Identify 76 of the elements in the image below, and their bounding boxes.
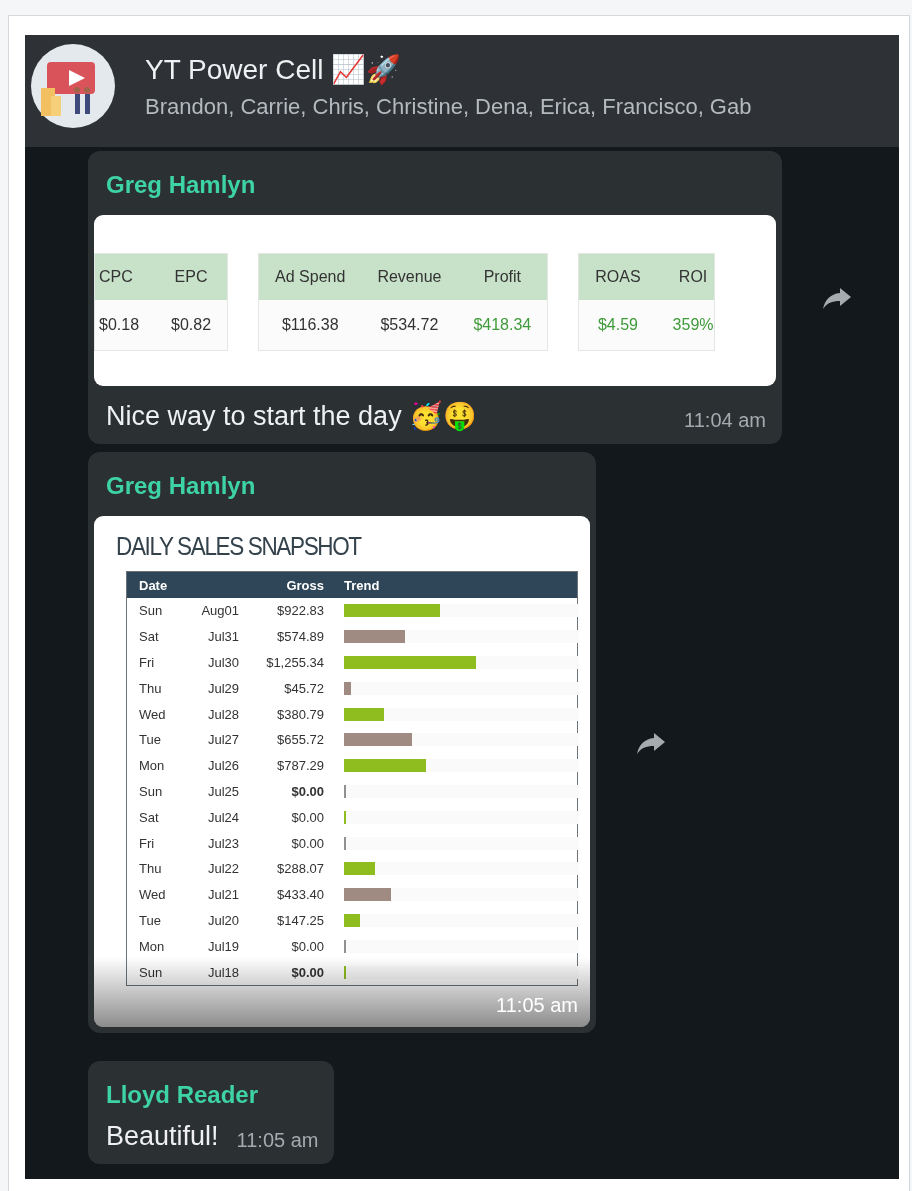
table-cell-text: Jul23 bbox=[206, 835, 239, 851]
table-cell-text: Jul28 bbox=[206, 706, 239, 722]
snapshot-title: DAILY SALES SNAPSHOT bbox=[116, 532, 361, 561]
message-time: 11:05 am bbox=[236, 1129, 319, 1152]
table-cell-text: $0.00 bbox=[290, 938, 324, 954]
table-cell-text: $288.07 bbox=[276, 861, 324, 877]
table-cell-text: $0.00 bbox=[290, 783, 324, 799]
message-time: 11:05 am bbox=[496, 994, 578, 1017]
column-header: ROAS bbox=[579, 254, 657, 300]
table-cell-text: Jul21 bbox=[206, 887, 239, 903]
table-cell-text: Jul24 bbox=[206, 809, 239, 825]
table-cell-text: Mon bbox=[139, 758, 166, 774]
column-header: EPC bbox=[155, 254, 228, 300]
table-cell-text: Jul31 bbox=[206, 629, 239, 645]
table-cell-text: Wed bbox=[139, 706, 167, 722]
table-cell-text: Jul30 bbox=[206, 655, 239, 670]
column-header: Profit bbox=[457, 254, 548, 300]
table-cell-text: $655.72 bbox=[276, 732, 324, 748]
table-cell-text: Jul22 bbox=[206, 861, 239, 877]
sender-name: Greg Hamlyn bbox=[105, 471, 257, 501]
column-header: Trend bbox=[343, 577, 381, 593]
forward-icon[interactable] bbox=[822, 285, 852, 310]
group-avatar[interactable] bbox=[31, 44, 115, 128]
table-cell-text: Jul25 bbox=[206, 783, 239, 799]
group-title: YT Power Cell 📈🚀 bbox=[145, 52, 403, 86]
table-cell-text: Aug01 bbox=[200, 603, 239, 619]
table-cell-text: Jul26 bbox=[206, 758, 239, 774]
table-cell: $116.38 bbox=[259, 300, 362, 350]
column-header: Revenue bbox=[361, 254, 458, 300]
table-cell-text: $922.83 bbox=[276, 603, 324, 619]
sender-name: Lloyd Reader bbox=[105, 1080, 260, 1110]
table-cell-text: Tue bbox=[139, 732, 162, 748]
table-cell-text: Fri bbox=[139, 835, 156, 851]
table-cell-text: $0.00 bbox=[290, 809, 324, 825]
message-text: Beautiful! bbox=[106, 1121, 219, 1152]
table-cell: $0.18 bbox=[95, 300, 156, 350]
table-cell-text: Jul18 bbox=[206, 964, 239, 980]
sender-name: Greg Hamlyn bbox=[105, 170, 257, 200]
table-cell-text: Wed bbox=[139, 887, 167, 903]
table-cell-text: Sun bbox=[139, 783, 164, 799]
table-cell-text: Sun bbox=[139, 964, 164, 980]
table-cell-text: Jul27 bbox=[206, 732, 239, 748]
table-cell-text: $433.40 bbox=[276, 887, 324, 903]
column-header: ROI bbox=[656, 254, 714, 300]
table-cell-text: $1,255.34 bbox=[265, 655, 324, 670]
table-cell-text: $147.25 bbox=[276, 912, 324, 928]
table-cell-text: Sat bbox=[139, 809, 160, 825]
table-cell-text: $574.89 bbox=[276, 629, 324, 645]
table-cell: $4.59 bbox=[579, 300, 657, 350]
member-list: Brandon, Carrie, Chris, Christine, Dena, Erica, Francisco, Gab bbox=[145, 93, 752, 120]
message-text: Nice way to start the day 🥳🤑 bbox=[106, 400, 478, 432]
table-cell-text: Thu bbox=[139, 861, 163, 877]
table-cell-text: Jul19 bbox=[206, 938, 239, 954]
table-cell-text: Jul20 bbox=[206, 912, 239, 928]
column-header: Gross bbox=[285, 577, 324, 593]
message-time: 11:04 am bbox=[684, 409, 766, 432]
table-cell-text: $380.79 bbox=[276, 706, 324, 722]
column-header: Date bbox=[139, 577, 169, 593]
table-cell-text: $0.00 bbox=[290, 835, 324, 851]
table-cell: $534.72 bbox=[361, 300, 458, 350]
table-cell-text: $45.72 bbox=[283, 680, 324, 696]
table-cell-text: Sat bbox=[139, 629, 160, 645]
table-cell: $418.34 bbox=[457, 300, 548, 350]
forward-icon[interactable] bbox=[636, 730, 666, 755]
column-header: Ad Spend bbox=[259, 254, 362, 300]
column-header: CPC bbox=[95, 254, 156, 300]
table-cell-text: Jul29 bbox=[206, 680, 239, 696]
table-cell-text: Fri bbox=[139, 655, 156, 670]
table-cell-text: Sun bbox=[139, 603, 164, 619]
table-cell: $0.82 bbox=[155, 300, 228, 350]
table-cell-text: $0.00 bbox=[290, 964, 324, 980]
table-cell: 359% bbox=[656, 300, 714, 350]
table-cell-text: Mon bbox=[139, 938, 166, 954]
table-cell-text: Thu bbox=[139, 680, 163, 696]
table-cell-text: Tue bbox=[139, 912, 162, 928]
table-cell-text: $787.29 bbox=[276, 758, 324, 774]
